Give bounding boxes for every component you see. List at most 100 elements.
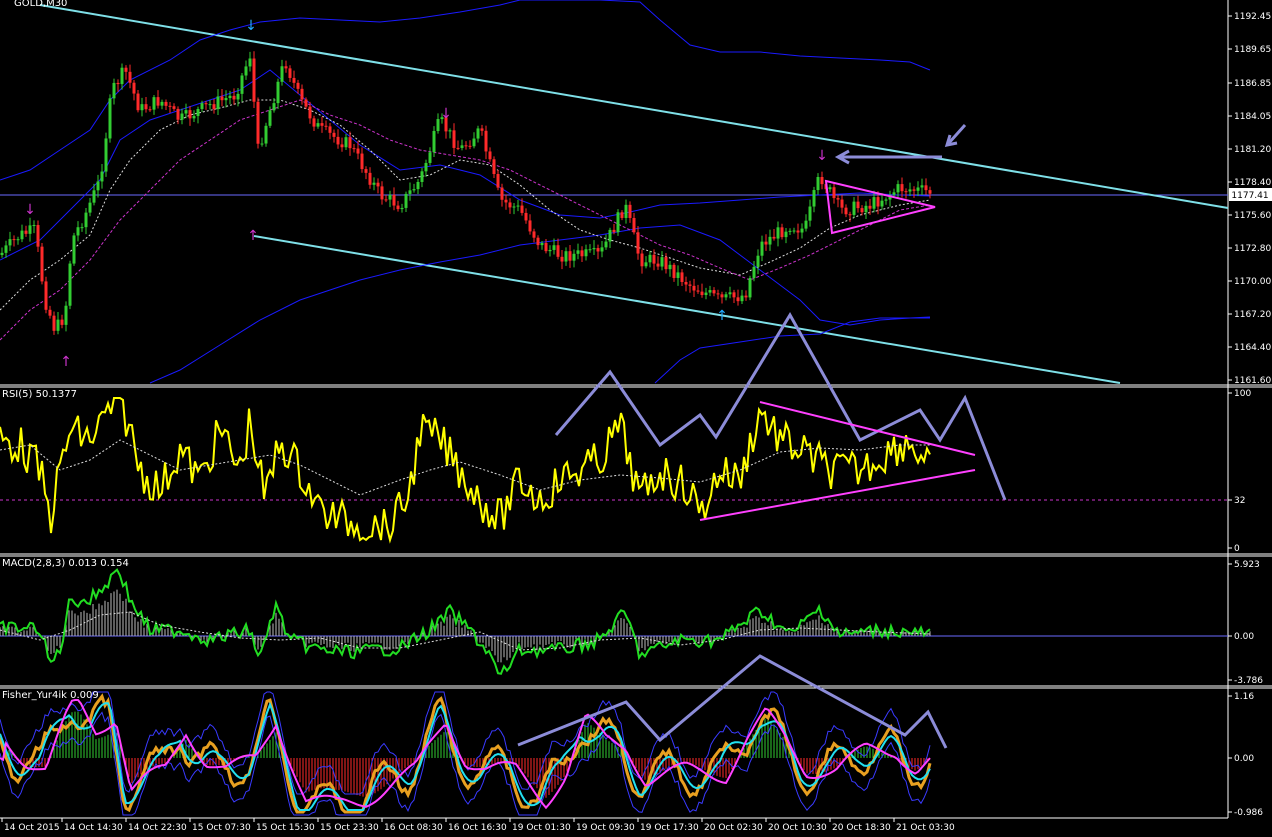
macd-panel[interactable]: 5.923 0.00 -3.786 [0, 560, 1263, 686]
macd-line [0, 568, 931, 675]
candle-body [784, 231, 788, 238]
candle-body [200, 103, 204, 110]
time-tick-label: 20 Oct 02:30 [704, 823, 763, 833]
axis-tick-label: -0.986 [1234, 808, 1263, 818]
candle-body [564, 251, 568, 262]
axis-tick-label: 1184.05 [1234, 112, 1271, 122]
candle-body [12, 239, 16, 241]
candle-body [264, 125, 268, 144]
fisher-label: Fisher_Yur4ik 0.009 [2, 690, 99, 701]
candle-body [584, 249, 588, 257]
candle-body [180, 113, 184, 120]
candle-body [124, 67, 128, 72]
axis-tick-label: 1170.00 [1234, 277, 1271, 287]
candle-body [260, 143, 264, 145]
moving-average-magenta [0, 99, 931, 341]
candlesticks[interactable] [0, 51, 932, 335]
symbol-label: GOLD,M30 [14, 0, 68, 9]
arrow-up-icon: ↑ [60, 354, 72, 370]
rsi-label: RSI(5) 50.1377 [2, 389, 77, 400]
candle-body [340, 144, 344, 148]
candle-body [492, 159, 496, 175]
candle-body [384, 199, 388, 201]
candle-body [748, 278, 752, 298]
candle-body [44, 281, 48, 310]
rsi-triangle[interactable] [699, 401, 976, 521]
candle-body [476, 128, 480, 139]
candle-body [808, 206, 812, 221]
candle-body [872, 197, 876, 209]
axis-tick-label: 1.16 [1234, 692, 1254, 702]
candle-body [212, 104, 216, 110]
candle-body [608, 229, 612, 242]
candle-body [452, 130, 456, 148]
candle-body [532, 231, 536, 238]
candle-body [852, 201, 856, 215]
candle-body [428, 152, 432, 163]
candle-body [324, 125, 328, 127]
time-tick-label: 14 Oct 22:30 [128, 823, 187, 833]
chart-canvas[interactable]: ↓ ↑ ↓ ↑ ↓ ↑ ↓ 1192.45 1189.65 1186.85 1184.… [0, 0, 1272, 833]
candle-body [468, 145, 472, 147]
candle-body [8, 239, 12, 246]
candle-body [744, 295, 748, 298]
lower-channel-line[interactable] [253, 235, 1121, 384]
axis-tick-label: 1189.65 [1234, 45, 1271, 55]
candle-body [524, 212, 528, 221]
macd-label: MACD(2,8,3) 0.013 0.154 [2, 558, 129, 569]
candle-body [704, 292, 708, 296]
candle-body [404, 193, 408, 208]
candle-body [364, 169, 368, 173]
candle-body [220, 96, 224, 101]
candle-body [640, 253, 644, 267]
candle-body [664, 257, 668, 270]
chart-window[interactable]: ↓ ↑ ↓ ↑ ↓ ↑ ↓ 1192.45 1189.65 1186.85 1184.… [0, 0, 1272, 833]
candle-body [148, 109, 152, 111]
price-panel[interactable]: ↓ ↑ ↓ ↑ ↓ ↑ ↓ 1192.45 1189.65 1186.85 1184.… [0, 0, 1272, 501]
candle-body [620, 212, 624, 218]
time-tick-label: 16 Oct 16:30 [448, 823, 507, 833]
candle-body [912, 189, 916, 191]
candle-body [120, 67, 124, 85]
time-tick-label: 19 Oct 09:30 [576, 823, 635, 833]
candle-body [252, 58, 256, 102]
candle-body [596, 248, 600, 252]
candle-body [204, 103, 208, 105]
axis-tick-label: -3.786 [1234, 676, 1263, 686]
fisher-panel[interactable]: 1.16 0.00 -0.986 [0, 654, 1263, 818]
candle-body [320, 123, 324, 126]
candle-body [556, 245, 560, 257]
candle-body [904, 191, 908, 193]
candle-body [576, 250, 580, 254]
candle-body [412, 189, 416, 191]
candle-body [112, 82, 116, 99]
annotation-arrows-price[interactable] [554, 123, 1007, 501]
candle-body [760, 241, 764, 256]
candle-body [388, 194, 392, 200]
candle-body [280, 66, 284, 82]
axis-tick-label: 100 [1234, 389, 1251, 399]
candle-body [416, 181, 420, 190]
candle-body [868, 205, 872, 209]
candle-body [844, 207, 848, 215]
candle-body [4, 245, 8, 253]
candle-body [356, 148, 360, 154]
candle-body [728, 292, 732, 295]
rsi-panel[interactable]: 100 32 0 [0, 389, 1251, 554]
candle-body [316, 123, 320, 127]
rsi-axis: 100 32 0 [1228, 389, 1251, 554]
candle-body [132, 82, 136, 94]
current-price-label: 1177.41 [1231, 191, 1268, 201]
time-axis: 14 Oct 2015 14 Oct 14:30 14 Oct 22:30 15 Oc… [1, 818, 955, 833]
axis-tick-label: 1161.60 [1234, 376, 1271, 386]
candle-body [856, 201, 860, 209]
candle-body [700, 291, 704, 296]
axis-tick-label: 1167.20 [1234, 310, 1271, 320]
candle-body [0, 252, 4, 255]
time-tick-label: 21 Oct 03:30 [896, 823, 955, 833]
candle-body [928, 190, 932, 194]
candle-body [244, 66, 248, 76]
candle-body [312, 118, 316, 127]
time-tick-label: 15 Oct 23:30 [320, 823, 379, 833]
rsi-line [0, 397, 931, 544]
